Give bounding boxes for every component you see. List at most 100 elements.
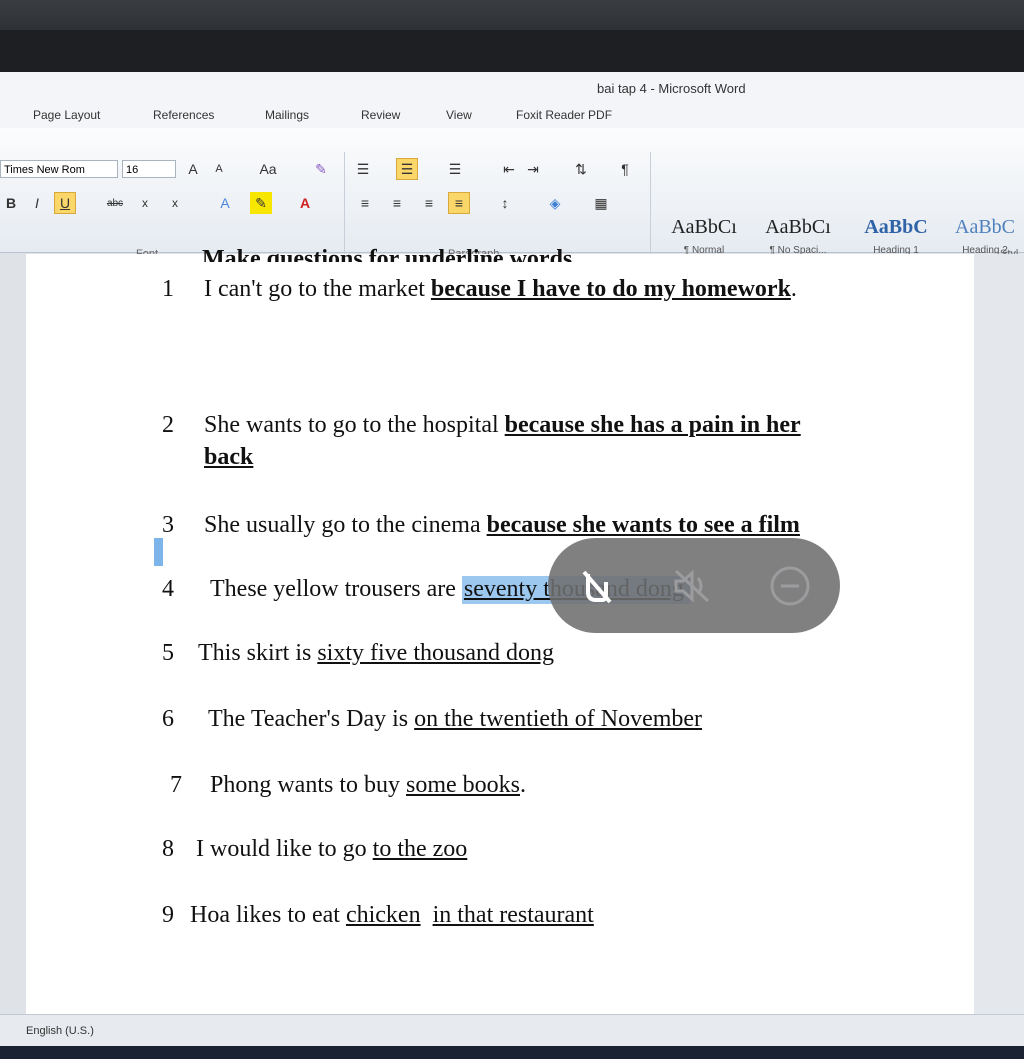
tab-view[interactable]: View xyxy=(446,108,472,122)
item-text: The Teacher's Day is xyxy=(208,706,415,732)
no-hand-icon[interactable] xyxy=(574,564,618,608)
text-cursor xyxy=(154,538,163,566)
font-name-combo[interactable]: Times New Rom xyxy=(0,160,118,178)
list-item-8: I would like to go to the zoo xyxy=(196,836,467,863)
item-number: 8 xyxy=(162,836,174,862)
bold-button[interactable]: B xyxy=(0,192,22,214)
tab-review[interactable]: Review xyxy=(361,108,400,122)
align-left-icon[interactable]: ≡ xyxy=(354,192,376,214)
highlight-color-icon[interactable]: ✎ xyxy=(250,192,272,214)
item-underlined: chicken xyxy=(345,902,421,928)
underline-label: U xyxy=(59,195,71,211)
numbering-icon[interactable]: ☰ xyxy=(396,158,418,180)
decrease-indent-icon[interactable]: ⇤ xyxy=(498,158,520,180)
shading-icon[interactable]: ◈ xyxy=(544,192,566,214)
style-normal-preview: AaBbCı xyxy=(671,216,737,238)
bold-label: B xyxy=(5,195,17,211)
clear-formatting-icon[interactable]: ✎ xyxy=(310,158,332,180)
change-case-label: Aa xyxy=(259,161,277,177)
item-number: 2 xyxy=(162,412,174,438)
sort-icon[interactable]: ⇅ xyxy=(570,158,592,180)
list-item-2-continued: back xyxy=(204,444,253,471)
superscript-button[interactable]: x xyxy=(164,192,186,214)
document-page[interactable]: Make questions for underline words 1 I c… xyxy=(26,246,974,1014)
borders-icon[interactable]: ▦ xyxy=(590,192,612,214)
item-number: 6 xyxy=(162,706,174,732)
underline-button[interactable]: U xyxy=(54,192,76,214)
screen-top-strip xyxy=(0,30,1024,72)
list-item-1: I can't go to the market because I have … xyxy=(204,276,797,303)
grow-font-button[interactable]: A xyxy=(182,158,204,180)
language-status[interactable]: English (U.S.) xyxy=(26,1025,94,1037)
item-text: She usually go to the cinema xyxy=(204,512,487,538)
page-right-gap xyxy=(974,254,1024,1014)
status-bar: English (U.S.) xyxy=(0,1014,1024,1047)
item-number: 4 xyxy=(162,576,174,602)
subscript-button[interactable]: x xyxy=(134,192,156,214)
list-item-3: She usually go to the cinema because she… xyxy=(204,512,800,539)
item-text: I can't go to the market xyxy=(204,276,431,302)
bullets-icon[interactable]: ☰ xyxy=(352,158,374,180)
word-window: bai tap 4 - Microsoft Word Page Layout R… xyxy=(0,72,1024,1059)
style-heading-2-preview: AaBbC xyxy=(955,216,1015,238)
title-bar: bai tap 4 - Microsoft Word xyxy=(0,72,1024,102)
list-item-6: The Teacher's Day is on the twentieth of… xyxy=(208,706,702,733)
italic-label: I xyxy=(35,195,39,211)
item-text: These yellow trousers are xyxy=(210,576,462,602)
call-controls-overlay xyxy=(548,538,840,633)
shrink-font-label: A xyxy=(215,163,223,175)
document-heading: Make questions for underline words xyxy=(202,246,573,262)
ribbon-separator-styles xyxy=(650,152,651,262)
style-heading-1-preview: AaBbC xyxy=(864,216,928,238)
font-color-icon[interactable]: A xyxy=(294,192,316,214)
item-underlined: because she has a pain in her xyxy=(504,412,801,438)
item-underlined: some books xyxy=(406,772,521,798)
strikethrough-button[interactable]: abc xyxy=(104,192,126,214)
item-text: This skirt is xyxy=(198,640,318,666)
superscript-label: x xyxy=(172,196,178,210)
item-number: 1 xyxy=(162,276,174,302)
item-number: 9 xyxy=(162,902,174,928)
increase-indent-icon[interactable]: ⇥ xyxy=(522,158,544,180)
align-center-icon[interactable]: ≡ xyxy=(386,192,408,214)
item-after: . xyxy=(520,772,527,798)
item-underlined: on the twentieth of November xyxy=(414,706,703,732)
text-effects-icon[interactable]: A xyxy=(214,192,236,214)
tab-page-layout[interactable]: Page Layout xyxy=(33,108,100,122)
ribbon-tabs: Page Layout References Mailings Review V… xyxy=(0,102,1024,128)
font-size-combo[interactable]: 16 xyxy=(122,160,176,178)
item-number: 5 xyxy=(162,640,174,666)
item-underlined: to the zoo xyxy=(372,836,468,862)
grow-font-label: A xyxy=(188,161,198,177)
multilevel-list-icon[interactable]: ☰ xyxy=(444,158,466,180)
item-text: I would like to go xyxy=(196,836,373,862)
taskbar xyxy=(0,1046,1024,1059)
shrink-font-button[interactable]: A xyxy=(208,158,230,180)
window-title: bai tap 4 - Microsoft Word xyxy=(597,81,746,96)
list-item-9: Hoa likes to eat chicken in that restaur… xyxy=(190,902,594,929)
tab-mailings[interactable]: Mailings xyxy=(265,108,309,122)
show-formatting-icon[interactable]: ¶ xyxy=(614,158,636,180)
subscript-label: x xyxy=(142,196,148,210)
mute-icon[interactable] xyxy=(670,564,714,608)
align-right-icon[interactable]: ≡ xyxy=(418,192,440,214)
item-number: 3 xyxy=(162,512,174,538)
tab-references[interactable]: References xyxy=(153,108,214,122)
change-case-button[interactable]: Aa xyxy=(252,158,284,180)
minus-circle-icon[interactable] xyxy=(768,564,812,608)
item-underlined: because she wants to see a film xyxy=(486,512,800,538)
line-spacing-icon[interactable]: ↕ xyxy=(494,192,516,214)
screen-top-bar xyxy=(0,0,1024,75)
list-item-7: Phong wants to buy some books. xyxy=(210,772,526,799)
style-no-spacing-preview: AaBbCı xyxy=(765,216,831,238)
justify-icon[interactable]: ≡ xyxy=(448,192,470,214)
item-underlined: because I have to do my homework xyxy=(430,276,791,302)
strikethrough-label: abc xyxy=(106,197,124,209)
item-underlined-2: in that restaurant xyxy=(432,902,594,928)
item-text: Phong wants to buy xyxy=(210,772,407,798)
tab-foxit-reader-pdf[interactable]: Foxit Reader PDF xyxy=(516,108,612,122)
list-item-2: She wants to go to the hospital because … xyxy=(204,412,801,439)
italic-button[interactable]: I xyxy=(26,192,48,214)
item-text: Hoa likes to eat xyxy=(190,902,346,928)
item-underlined: sixty five thousand dong xyxy=(317,640,554,666)
